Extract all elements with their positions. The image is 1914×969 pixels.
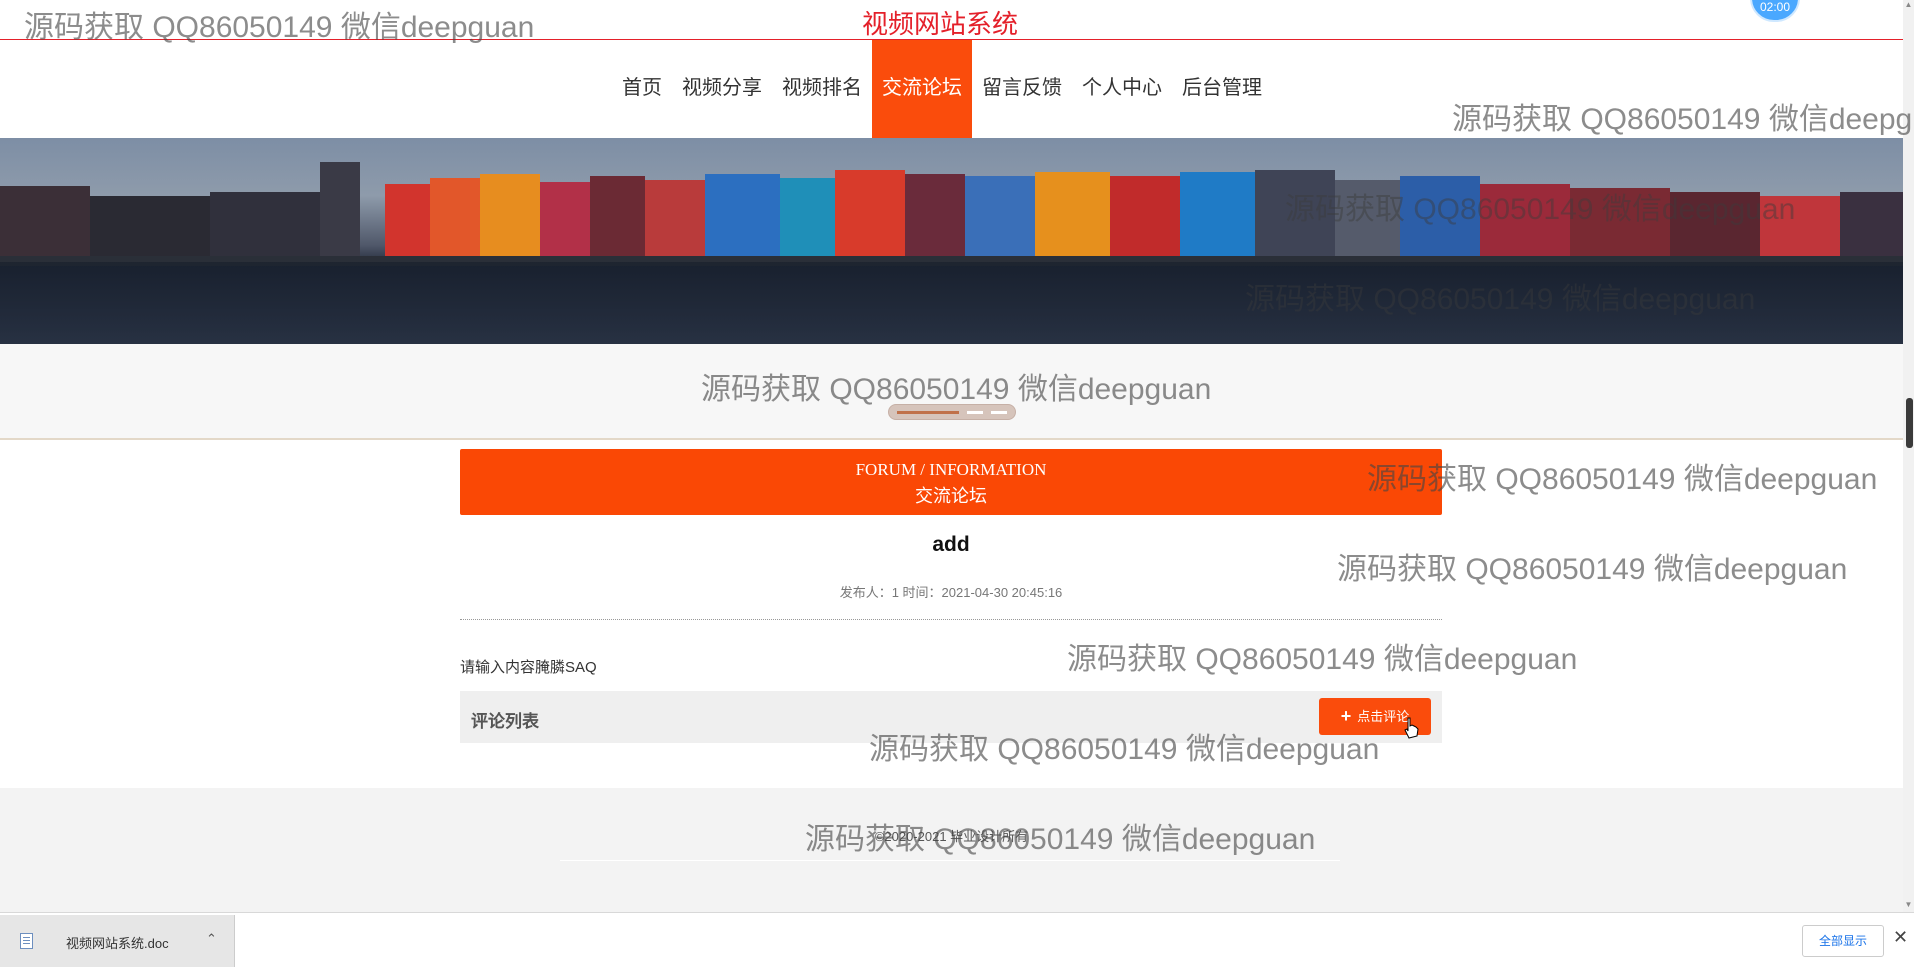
main-nav: 首页 视频分享 视频排名 交流论坛 留言反馈 个人中心 后台管理 xyxy=(0,40,1903,138)
nav-item-forum[interactable]: 交流论坛 xyxy=(872,40,972,138)
comment-list-label: 评论列表 xyxy=(471,712,539,731)
nav-item-video-share[interactable]: 视频分享 xyxy=(672,40,772,138)
nav-item-admin[interactable]: 后台管理 xyxy=(1172,40,1272,138)
carousel-indicator[interactable] xyxy=(888,404,1016,420)
forum-section-header: FORUM / INFORMATION 交流论坛 xyxy=(460,449,1442,515)
post-divider xyxy=(460,619,1442,620)
download-item[interactable]: 视频网站系统.doc ⌃ xyxy=(0,915,235,967)
page-scrollbar[interactable]: ▲ ▼ xyxy=(1903,0,1914,912)
add-comment-label: 点击评论 xyxy=(1357,709,1410,724)
carousel-controls xyxy=(0,344,1903,440)
footer-divider xyxy=(560,860,1340,861)
close-icon[interactable]: ✕ xyxy=(1893,927,1908,948)
page-footer: ©2020-2021 毕业设计所有 xyxy=(0,788,1903,912)
post-content: 请输入内容腌膦SAQ xyxy=(460,659,597,676)
watermark: 源码获取 QQ86050149 微信deepguan xyxy=(1067,643,1578,676)
nav-item-home[interactable]: 首页 xyxy=(612,40,672,138)
scroll-up-icon[interactable]: ▲ xyxy=(1904,0,1913,10)
nav-item-profile[interactable]: 个人中心 xyxy=(1072,40,1172,138)
forum-header-en: FORUM / INFORMATION xyxy=(855,460,1047,479)
forum-header-cn: 交流论坛 xyxy=(915,486,987,506)
download-file-name: 视频网站系统.doc xyxy=(66,936,169,951)
hand-cursor-icon xyxy=(1404,717,1419,739)
comment-list-bar: 评论列表 + 点击评论 xyxy=(460,691,1442,743)
scrollbar-thumb[interactable] xyxy=(1906,398,1913,448)
site-title: 视频网站系统 xyxy=(861,9,1018,39)
post-meta: 发布人：1 时间：2021-04-30 20:45:16 xyxy=(839,585,1063,600)
document-icon xyxy=(20,933,33,949)
watermark: 源码获取 QQ86050149 微信deepguan xyxy=(1367,463,1878,496)
post-title: add xyxy=(932,533,970,556)
nav-item-video-rank[interactable]: 视频排名 xyxy=(772,40,872,138)
scroll-down-icon[interactable]: ▼ xyxy=(1904,900,1913,910)
footer-copyright: ©2020-2021 毕业设计所有 xyxy=(874,829,1029,844)
nav-item-feedback[interactable]: 留言反馈 xyxy=(972,40,1072,138)
carousel-dot-1[interactable] xyxy=(897,411,959,414)
carousel-dot-2[interactable] xyxy=(967,411,983,414)
banner-image xyxy=(0,138,1903,344)
carousel-dot-3[interactable] xyxy=(991,411,1007,414)
plus-icon: + xyxy=(1340,706,1352,726)
chevron-up-icon[interactable]: ⌃ xyxy=(206,931,217,947)
download-bar: 视频网站系统.doc ⌃ 全部显示 ✕ xyxy=(0,912,1914,969)
show-all-button[interactable]: 全部显示 xyxy=(1802,925,1884,957)
